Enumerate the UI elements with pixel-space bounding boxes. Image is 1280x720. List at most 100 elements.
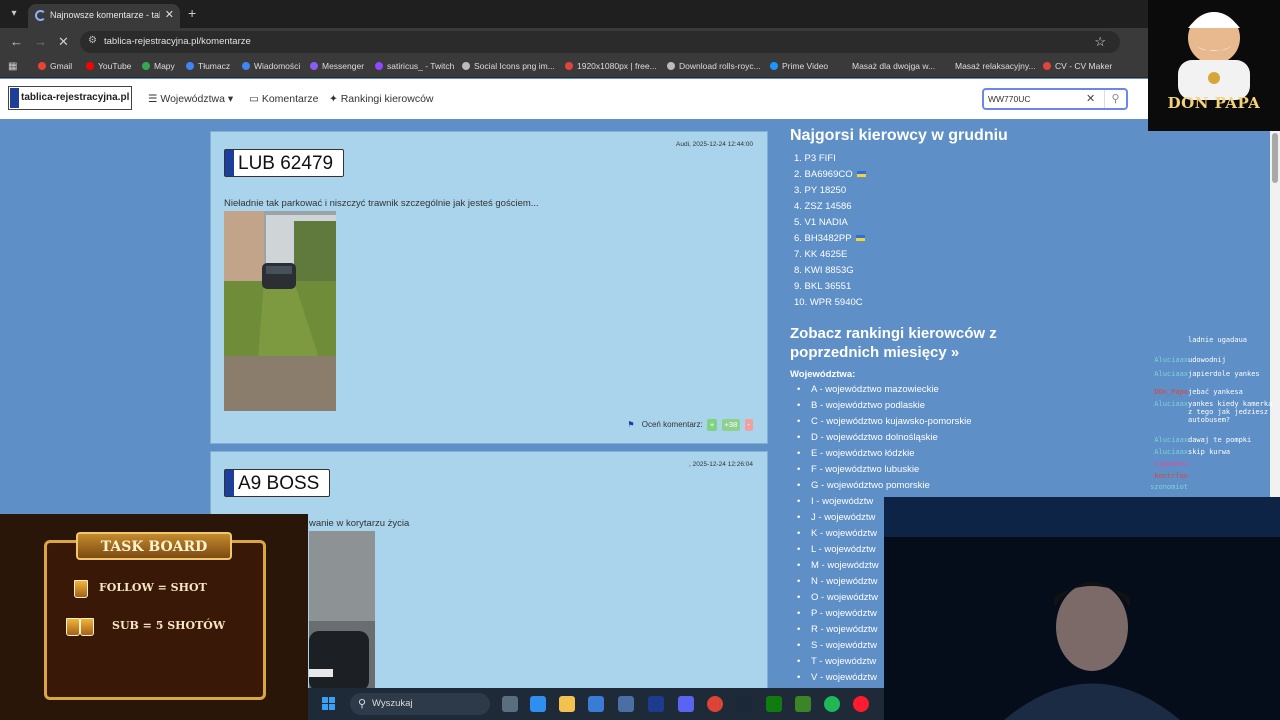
- plate-number: LUB 62479: [238, 153, 334, 174]
- prime-video-icon: [770, 62, 778, 70]
- ukraine-flag-icon: [855, 235, 865, 241]
- plate-search-input[interactable]: [988, 92, 1084, 106]
- wojewodztwa-heading: Województwa:: [790, 369, 856, 380]
- chrome-icon[interactable]: [707, 696, 723, 712]
- scrollbar-thumb[interactable]: [1272, 133, 1278, 183]
- caret-down-icon: ▾: [224, 93, 234, 105]
- bookmark-twitch[interactable]: satiricus_ - Twitch: [375, 61, 454, 71]
- ranking-item[interactable]: 10. WPR 5940C: [794, 297, 866, 313]
- copilot-icon[interactable]: [530, 696, 546, 712]
- bookmark-social-icons[interactable]: Social Icons png im...: [462, 61, 555, 71]
- new-tab-plus-icon[interactable]: +: [188, 5, 196, 21]
- comment-rating: ⚑ Oceń komentarz: + +38 -: [627, 419, 753, 431]
- minecraft-icon[interactable]: [795, 696, 811, 712]
- bookmark-star-icon[interactable]: ☆: [1094, 34, 1106, 50]
- ranking-item[interactable]: 5. V1 NADIA: [794, 217, 866, 233]
- task-follow: FOLLOW = SHOT: [99, 581, 207, 594]
- search-icon[interactable]: ⚲: [1104, 90, 1126, 108]
- wojewodztwo-link[interactable]: G - województwo pomorskie: [797, 480, 972, 496]
- clear-search-icon[interactable]: ✕: [1086, 92, 1095, 105]
- launcher-l-icon[interactable]: [648, 696, 664, 712]
- wojewodztwo-link[interactable]: F - województwo lubuskie: [797, 464, 972, 480]
- wojewodztwo-link[interactable]: E - województwo łódzkie: [797, 448, 972, 464]
- bookmark-youtube[interactable]: YouTube: [86, 61, 131, 71]
- bookmark-cv-maker[interactable]: CV - CV Maker: [1043, 61, 1112, 71]
- windows-start-icon[interactable]: [322, 697, 336, 711]
- comment-photo[interactable]: [224, 211, 336, 411]
- wojewodztwo-link[interactable]: B - województwo podlaskie: [797, 400, 972, 416]
- eu-band-icon: [225, 470, 234, 496]
- comment-text: wanie w korytarzu życia: [309, 518, 410, 529]
- site-info-icon[interactable]: ⚙: [88, 35, 97, 46]
- taskbar-search[interactable]: ⚲ Wyszukaj: [350, 693, 490, 715]
- store-icon[interactable]: [588, 696, 604, 712]
- chat-text: udowodnij: [1188, 356, 1226, 364]
- report-flag-icon[interactable]: ⚑: [627, 420, 634, 429]
- bookmark-masaz-relaks[interactable]: Masaż relaksacyjny...: [943, 61, 1036, 71]
- wojewodztwo-link[interactable]: D - województwo dolnośląskie: [797, 432, 972, 448]
- search-icon: ⚲: [358, 698, 367, 710]
- spotify-icon[interactable]: [824, 696, 840, 712]
- chat-text: jebać yankesa: [1188, 388, 1243, 396]
- ranking-item[interactable]: 8. KWI 8853G: [794, 265, 866, 281]
- xbox-icon[interactable]: [766, 696, 782, 712]
- bookmark-tlumacz[interactable]: Tłumacz: [186, 61, 230, 71]
- shot-glass-icon: [80, 618, 94, 636]
- vote-down-button[interactable]: -: [744, 419, 753, 431]
- bookmark-masaz-dwojga[interactable]: Masaż dla dwojga w...: [840, 61, 935, 71]
- task-sub: SUB = 5 SHOTÓW: [112, 619, 226, 632]
- bookmark-mapy[interactable]: Mapy: [142, 61, 175, 71]
- discord-icon[interactable]: [678, 696, 694, 712]
- ranking-item[interactable]: 4. ZSZ 14586: [794, 201, 866, 217]
- bookmark-messenger[interactable]: Messenger: [310, 61, 364, 71]
- license-plate[interactable]: LUB 62479: [224, 149, 345, 177]
- globe-icon: [462, 62, 470, 70]
- chat-username: szonomiot: [1150, 483, 1188, 491]
- site-logo-text: tablica-rejestracyjna.pl: [21, 92, 130, 103]
- ranking-item[interactable]: 1. P3 FIFI: [794, 153, 866, 169]
- tab-search-chevron-icon[interactable]: ▾: [6, 6, 22, 22]
- back-arrow-icon[interactable]: ←: [10, 34, 23, 50]
- ranking-item[interactable]: 7. KK 4625E: [794, 249, 866, 265]
- address-bar[interactable]: ⚙ tablica-rejestracyjna.pl/komentarze ☆: [80, 31, 1120, 53]
- file-explorer-icon[interactable]: [559, 696, 575, 712]
- browser-tab-bar: ▾ Najnowsze komentarze - tablic... ✕ +: [0, 0, 1280, 28]
- bookmark-gmail[interactable]: Gmail: [38, 61, 72, 71]
- site-logo[interactable]: tablica-rejestracyjna.pl: [8, 86, 132, 110]
- stop-loading-icon[interactable]: ✕: [58, 34, 69, 50]
- bookmark-rolls-royce[interactable]: Download rolls-royc...: [667, 61, 761, 71]
- browser-toolbar: ← → ✕ ⚙ tablica-rejestracyjna.pl/komenta…: [0, 28, 1280, 56]
- wojewodztwo-link[interactable]: C - województwo kujawsko-pomorskie: [797, 416, 972, 432]
- bookmark-wiadomosci[interactable]: Wiadomości: [242, 61, 300, 71]
- steam-icon[interactable]: [736, 696, 752, 712]
- task-board-overlay: TASK BOARD FOLLOW = SHOT SUB = 5 SHOTÓW: [0, 514, 308, 720]
- settings-app-icon[interactable]: [618, 696, 634, 712]
- vote-up-button[interactable]: +: [706, 419, 718, 431]
- nav-rankingi[interactable]: ✦ Rankingi kierowców: [329, 93, 434, 105]
- chat-text: japierdole yankes: [1188, 370, 1260, 378]
- bookmark-wallpaper[interactable]: 1920x1080px | free...: [565, 61, 657, 71]
- tab-close-icon[interactable]: ✕: [165, 8, 174, 21]
- shot-glass-icon: [66, 618, 80, 636]
- forward-arrow-icon[interactable]: →: [34, 34, 47, 50]
- url-text: tablica-rejestracyjna.pl/komentarze: [104, 36, 251, 47]
- messenger-icon: [310, 62, 318, 70]
- chat-username: Aluciaax: [1154, 356, 1188, 364]
- bookmark-prime-video[interactable]: Prime Video: [770, 61, 828, 71]
- ranking-item[interactable]: 3. PY 18250: [794, 185, 866, 201]
- active-tab[interactable]: Najnowsze komentarze - tablic... ✕: [28, 4, 180, 28]
- comment-meta: , 2025-12-24 12:26:04: [689, 461, 753, 468]
- ranking-item[interactable]: 9. BKL 36551: [794, 281, 866, 297]
- task-view-icon[interactable]: [502, 696, 518, 712]
- apps-grid-icon[interactable]: ▦: [8, 61, 17, 72]
- license-plate[interactable]: A9 BOSS: [224, 469, 331, 497]
- nav-komentarze[interactable]: ▭ Komentarze: [249, 93, 318, 105]
- ranking-item[interactable]: 2. BA6969CO: [794, 169, 866, 185]
- ranking-item[interactable]: 6. BH3482PP: [794, 233, 866, 249]
- vote-score: +38: [721, 419, 741, 431]
- previous-rankings-link[interactable]: Zobacz rankingi kierowców z poprzednich …: [790, 324, 1050, 362]
- blank-favicon-icon: [840, 62, 848, 70]
- nav-wojewodztwa[interactable]: ☰ Województwa ▾: [148, 93, 233, 105]
- opera-icon[interactable]: [853, 696, 869, 712]
- wojewodztwo-link[interactable]: A - województwo mazowieckie: [797, 384, 972, 400]
